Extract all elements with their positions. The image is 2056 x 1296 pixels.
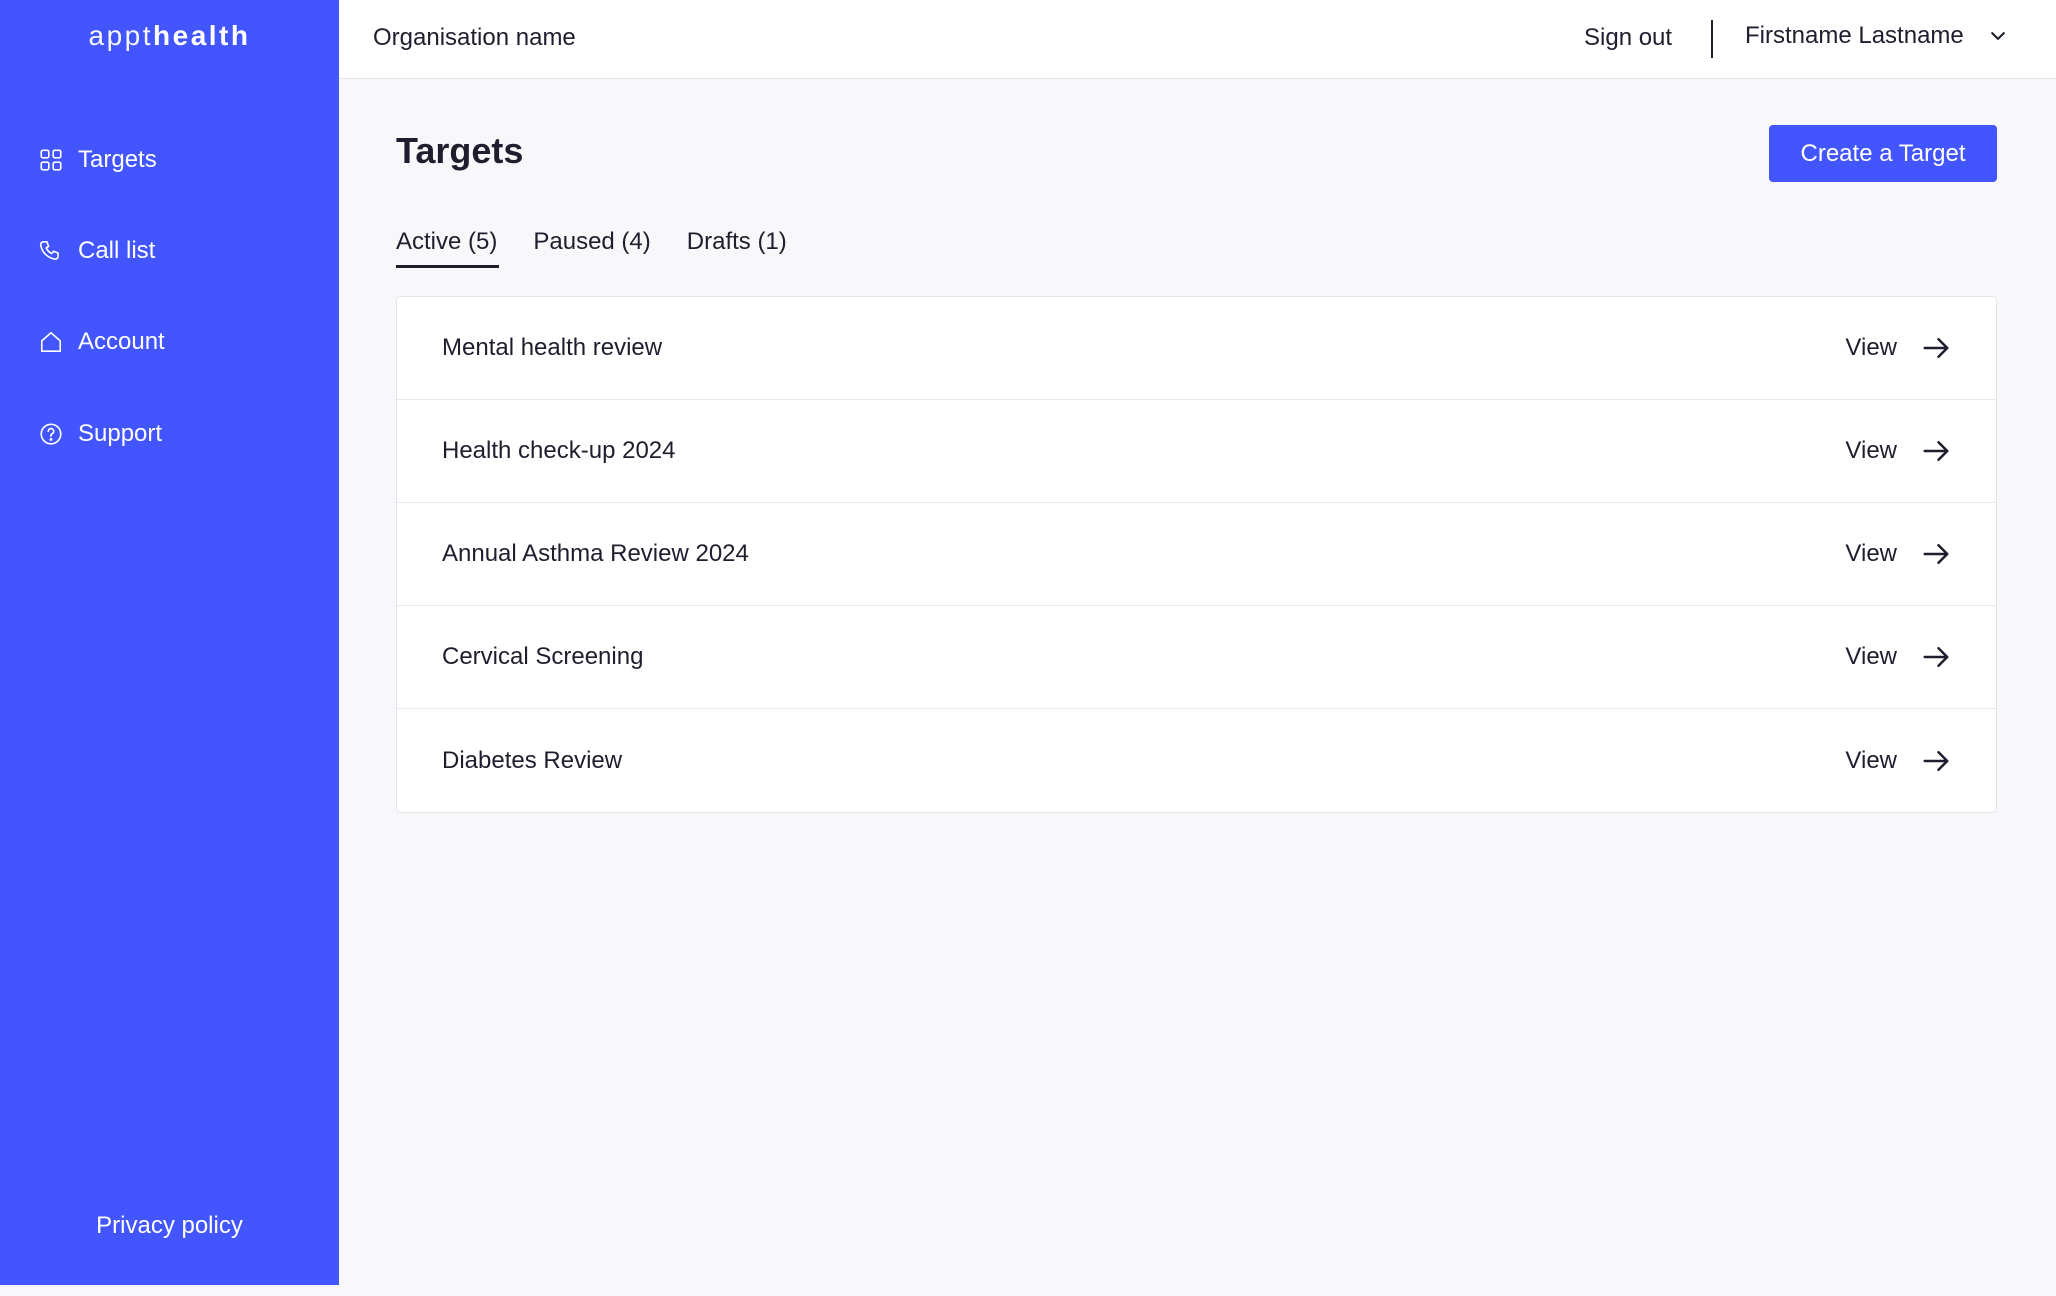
brand-logo[interactable]: appthealth: [0, 20, 339, 52]
sidebar-item-label: Account: [78, 328, 165, 355]
list-item: Health check-up 2024 View: [397, 400, 1996, 503]
view-label: View: [1845, 746, 1897, 774]
sidebar-item-support[interactable]: Support: [38, 412, 162, 456]
user-name: Firstname Lastname: [1745, 22, 1964, 49]
list-item: Mental health review View: [397, 297, 1996, 400]
arrow-right-icon: [1923, 647, 1949, 667]
app-root: appthealth Targets Call list Account Sup…: [0, 0, 2056, 1296]
create-target-button[interactable]: Create a Target: [1769, 125, 1997, 182]
arrow-right-icon: [1923, 441, 1949, 461]
brand-logo-light: appt: [88, 20, 154, 51]
target-name: Cervical Screening: [442, 643, 644, 670]
sidebar-item-account[interactable]: Account: [38, 320, 165, 364]
user-menu[interactable]: Firstname Lastname: [1745, 22, 2008, 50]
privacy-policy-link[interactable]: Privacy policy: [0, 1212, 339, 1240]
view-target-link[interactable]: View: [1845, 436, 1951, 466]
arrow-right-icon: [1923, 750, 1949, 771]
arrow-right-icon: [1923, 544, 1949, 564]
view-target-link[interactable]: View: [1845, 539, 1951, 569]
view-target-link[interactable]: View: [1845, 642, 1951, 672]
view-target-link[interactable]: View: [1845, 333, 1951, 363]
status-tabs: Active (5) Paused (4) Drafts (1): [396, 228, 787, 268]
brand-logo-bold: health: [153, 20, 251, 51]
targets-list: Mental health review View Health check-u…: [396, 296, 1997, 813]
view-label: View: [1845, 643, 1897, 670]
view-label: View: [1845, 334, 1897, 361]
home-icon: [40, 331, 62, 353]
sidebar-item-targets[interactable]: Targets: [38, 138, 157, 182]
phone-icon: [39, 240, 59, 260]
sign-out-link[interactable]: Sign out: [1584, 24, 1672, 52]
chevron-down-icon: [1990, 32, 2005, 40]
tab-active[interactable]: Active (5): [396, 228, 500, 268]
grid-icon: [40, 149, 62, 171]
tab-paused[interactable]: Paused (4): [533, 228, 650, 268]
target-name: Diabetes Review: [442, 746, 623, 774]
sidebar-item-label: Targets: [78, 146, 157, 173]
page-title: Targets: [396, 130, 524, 171]
sidebar-item-call-list[interactable]: Call list: [38, 229, 155, 273]
help-circle-icon: [40, 423, 62, 445]
sidebar: appthealth Targets Call list Account Sup…: [0, 0, 339, 1285]
list-item: Diabetes Review View: [397, 709, 1996, 812]
tab-drafts[interactable]: Drafts (1): [687, 228, 787, 268]
target-name: Mental health review: [442, 334, 663, 361]
arrow-right-icon: [1923, 338, 1949, 358]
organisation-name: Organisation name: [373, 24, 576, 51]
view-label: View: [1845, 437, 1897, 464]
top-header: Organisation name Sign out Firstname Las…: [339, 0, 2056, 79]
list-item: Cervical Screening View: [397, 606, 1996, 709]
view-label: View: [1845, 540, 1897, 567]
view-target-link[interactable]: View: [1845, 746, 1951, 776]
target-name: Health check-up 2024: [442, 437, 676, 464]
list-item: Annual Asthma Review 2024 View: [397, 503, 1996, 606]
sidebar-item-label: Support: [78, 420, 163, 447]
header-divider: [1711, 20, 1713, 58]
target-name: Annual Asthma Review 2024: [442, 540, 749, 567]
sidebar-item-label: Call list: [78, 237, 156, 264]
